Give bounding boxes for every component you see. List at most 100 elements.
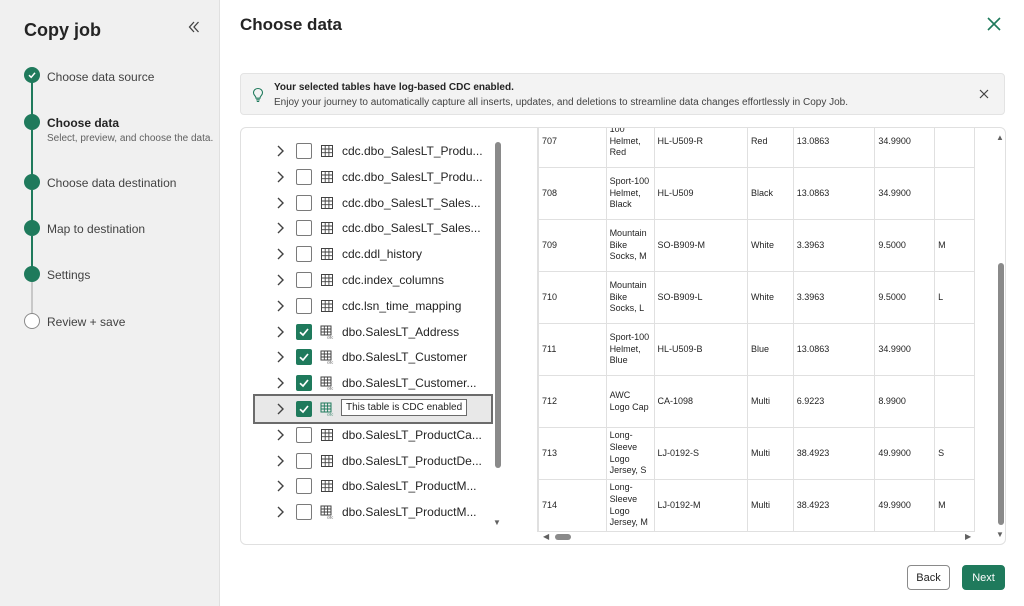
tree-item-label: dbo.SalesLT_ProductCa... — [342, 427, 482, 442]
tree-item[interactable]: cdc dbo.SalesLT_Customer... — [241, 370, 523, 396]
table-cell: 713 — [538, 427, 607, 480]
table-checkbox[interactable] — [296, 478, 312, 495]
table-cell: 709 — [538, 219, 607, 272]
chevron-right-icon[interactable] — [275, 221, 285, 235]
step-connector — [31, 282, 33, 314]
table-checkbox[interactable] — [296, 504, 312, 521]
preview-horizontal-scrollbar[interactable] — [555, 534, 571, 540]
table-checkbox[interactable] — [296, 452, 312, 469]
chevron-right-icon[interactable] — [275, 325, 285, 339]
tree-item[interactable]: cdc.index_columns — [241, 267, 523, 293]
cdc-table-icon: cdc — [320, 505, 333, 519]
table-checkbox[interactable] — [296, 401, 312, 417]
step-current-icon — [24, 114, 40, 130]
tree-scroll-down-icon[interactable]: ▼ — [493, 518, 501, 527]
table-checkbox[interactable] — [296, 323, 312, 340]
scroll-down-icon[interactable]: ▼ — [996, 530, 1004, 539]
table-checkbox[interactable] — [296, 220, 312, 237]
chevron-right-icon[interactable] — [275, 479, 285, 493]
chevron-right-icon[interactable] — [275, 505, 285, 519]
tree-item[interactable]: cdc.dbo_SalesLT_Sales... — [241, 190, 523, 216]
table-icon — [321, 196, 333, 209]
table-checkbox[interactable] — [296, 375, 312, 392]
table-checkbox[interactable] — [296, 194, 312, 211]
chevron-right-icon[interactable] — [275, 402, 285, 416]
chevron-right-icon[interactable] — [275, 273, 285, 287]
tree-item[interactable]: cdc.lsn_time_mapping — [241, 293, 523, 319]
main-content: Choose data Your selected tables have lo… — [221, 0, 1024, 606]
close-button[interactable] — [983, 13, 1005, 35]
table-row: 714 Long-Sleeve Logo Jersey, M LJ-0192-M Mu… — [538, 479, 975, 532]
svg-text:cdc: cdc — [327, 515, 333, 519]
scroll-right-icon[interactable]: ▶ — [965, 532, 971, 541]
table-checkbox[interactable] — [296, 426, 312, 443]
tree-item[interactable]: cdc.ddl_history — [241, 241, 523, 267]
table-checkbox[interactable] — [296, 246, 312, 263]
tree-item-label: cdc.dbo_SalesLT_Produ... — [342, 169, 483, 184]
table-cell: 38.4923 — [792, 479, 876, 532]
table-cell — [934, 128, 975, 168]
tree-item-label: cdc.ddl_history — [342, 247, 423, 262]
table-icon — [321, 454, 333, 467]
tree-item[interactable]: dbo.SalesLT_ProductDe... — [241, 448, 523, 474]
tree-item-label: cdc.lsn_time_mapping — [342, 298, 462, 313]
table-checkbox[interactable] — [296, 168, 312, 185]
table-cell: HL-U509 — [653, 167, 748, 220]
table-cell: 9.5000 — [874, 219, 936, 272]
table-cell — [934, 167, 975, 220]
tree-item-label: dbo.SalesLT_ProductM... — [342, 505, 477, 520]
banner-dismiss-button[interactable] — [978, 87, 990, 99]
table-cell: L — [934, 271, 975, 324]
tree-item[interactable]: cdc.dbo_SalesLT_Sales... — [241, 215, 523, 241]
table-row: 710 Mountain Bike Socks, L SO-B909-L White 3… — [538, 271, 975, 324]
table-checkbox[interactable] — [296, 272, 312, 288]
tree-scrollbar[interactable] — [495, 142, 501, 468]
tree-item-label: dbo.SalesLT_ProductM... — [342, 479, 477, 494]
chevron-right-icon[interactable] — [275, 196, 285, 210]
tree-item[interactable]: cdc dbo.SalesLT_Address — [241, 319, 523, 345]
tree-item[interactable]: cdc dbo.SalesLT_ProductM... — [241, 499, 523, 525]
step-settings: Settings — [47, 268, 91, 282]
data-preview-table: 707 100 Helmet, Red HL-U509-R Red 13.0863 34.… — [537, 128, 975, 532]
table-cell: White — [746, 271, 794, 324]
chevron-right-icon[interactable] — [275, 428, 285, 442]
back-button[interactable]: Back — [907, 565, 950, 590]
table-cell: Mountain Bike Socks, L — [605, 271, 655, 324]
table-checkbox[interactable] — [296, 349, 312, 366]
step-review-save: Review + save — [47, 315, 126, 329]
cdc-info-banner: Your selected tables have log-based CDC … — [240, 73, 1005, 115]
chevron-right-icon[interactable] — [275, 454, 285, 468]
chevron-right-icon[interactable] — [275, 247, 285, 261]
svg-text:cdc: cdc — [327, 334, 333, 338]
tree-item[interactable]: dbo.SalesLT_ProductCa... — [241, 422, 523, 448]
table-checkbox[interactable] — [296, 297, 312, 314]
chevron-right-icon[interactable] — [275, 350, 285, 364]
table-cell: LJ-0192-S — [653, 427, 748, 480]
step-choose-data-destination: Choose data destination — [47, 176, 177, 190]
table-cell: 49.9900 — [874, 427, 936, 480]
table-cell: 708 — [538, 167, 607, 220]
scroll-up-icon[interactable]: ▲ — [996, 133, 1004, 142]
cdc-tooltip: This table is CDC enabled — [341, 399, 468, 416]
table-cell — [934, 323, 975, 376]
wizard-sidebar: Copy job Choose data source Choose data … — [0, 0, 220, 606]
tree-item-label: cdc.dbo_SalesLT_Produ... — [342, 144, 483, 158]
tree-item[interactable]: dbo.SalesLT_ProductM... — [241, 473, 523, 499]
chevron-right-icon[interactable] — [275, 144, 285, 158]
tree-item[interactable]: cdc This table is CDC enabled — [253, 394, 493, 424]
next-button[interactable]: Next — [962, 565, 1005, 590]
tree-item[interactable]: cdc.dbo_SalesLT_Produ... — [241, 138, 523, 164]
chevron-right-icon[interactable] — [275, 170, 285, 184]
preview-vertical-scrollbar[interactable] — [998, 263, 1004, 525]
page-title: Choose data — [240, 15, 343, 34]
table-cell: 13.0863 — [792, 167, 876, 220]
chevron-right-icon[interactable] — [275, 299, 285, 313]
table-checkbox[interactable] — [296, 143, 312, 159]
checkmark-icon — [299, 379, 309, 388]
table-icon — [321, 480, 333, 493]
table-cell: SO-B909-M — [653, 219, 748, 272]
chevron-right-icon[interactable] — [275, 376, 285, 390]
tree-item[interactable]: cdc dbo.SalesLT_Customer — [241, 344, 523, 370]
tree-item[interactable]: cdc.dbo_SalesLT_Produ... — [241, 164, 523, 190]
scroll-left-icon[interactable]: ◀ — [543, 532, 549, 541]
